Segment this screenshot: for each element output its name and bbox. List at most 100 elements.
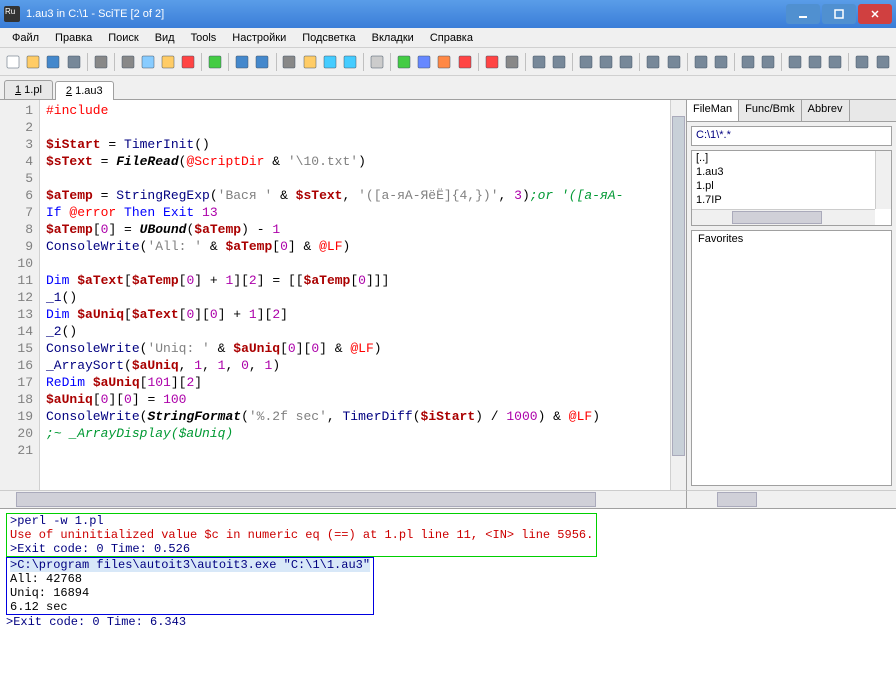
window-title: 1.au3 in C:\1 - SciTE [2 of 2]	[26, 8, 786, 20]
file-list[interactable]: [..] 1.au3 1.pl 1.7IP	[691, 150, 892, 226]
tool2-icon[interactable]	[712, 52, 730, 72]
toolbar-separator	[363, 53, 364, 71]
tab-funcbmk[interactable]: Func/Bmk	[739, 100, 802, 121]
maximize-button[interactable]	[822, 4, 856, 24]
replace-icon[interactable]	[301, 52, 319, 72]
menu-tools[interactable]: Tools	[185, 30, 223, 46]
redo-icon[interactable]	[253, 52, 271, 72]
menubar: ФайлПравкаПоиск ВидToolsНастройкиПодсветк…	[0, 28, 896, 48]
menu-вкладки[interactable]: Вкладки	[366, 30, 420, 46]
favorites-panel[interactable]: Favorites	[691, 230, 892, 486]
open-icon[interactable]	[24, 52, 42, 72]
editor-horizontal-scrollbar[interactable]	[0, 490, 686, 508]
main-area: 123456789101112131415161718192021 #inclu…	[0, 100, 896, 490]
tab-abbrev[interactable]: Abbrev	[802, 100, 850, 121]
menu-поиск[interactable]: Поиск	[102, 30, 144, 46]
print-icon[interactable]	[92, 52, 110, 72]
scrollbar-thumb[interactable]	[732, 211, 822, 224]
output-error-cont: in numeric eq (==) at 1.pl line 11, <IN>…	[219, 528, 593, 542]
file-item[interactable]: 1.au3	[692, 165, 891, 179]
side-tabs: FileMan Func/Bmk Abbrev	[687, 100, 896, 122]
box2-icon[interactable]	[597, 52, 615, 72]
zoom-in-icon[interactable]	[550, 52, 568, 72]
code-editor[interactable]: 123456789101112131415161718192021 #inclu…	[0, 100, 686, 490]
code-content[interactable]: #include $iStart = TimerInit() $sText = …	[40, 100, 670, 490]
toolbar-separator	[228, 53, 229, 71]
win1-icon[interactable]	[739, 52, 757, 72]
file-parent[interactable]: [..]	[692, 151, 891, 165]
zoom-out-icon[interactable]	[530, 52, 548, 72]
undo-icon[interactable]	[233, 52, 251, 72]
file-item[interactable]: 1.pl	[692, 179, 891, 193]
toolbar-separator	[734, 53, 735, 71]
window-controls	[786, 4, 892, 24]
editor-vertical-scrollbar[interactable]	[670, 100, 686, 490]
side-horizontal-scrollbar[interactable]	[686, 490, 896, 508]
path-input[interactable]: C:\1\*.*	[691, 126, 892, 146]
toolbar	[0, 48, 896, 76]
outdent-icon[interactable]	[644, 52, 662, 72]
menu-файл[interactable]: Файл	[6, 30, 45, 46]
filelist-vscroll[interactable]	[875, 151, 891, 209]
delete-icon[interactable]	[179, 52, 197, 72]
run-icon[interactable]	[395, 52, 413, 72]
build-icon[interactable]	[435, 52, 453, 72]
box3-icon[interactable]	[617, 52, 635, 72]
find-icon[interactable]	[280, 52, 298, 72]
toolbar-separator	[848, 53, 849, 71]
line-gutter: 123456789101112131415161718192021	[0, 100, 40, 490]
output-error: Use of uninitialized value $c	[10, 528, 219, 542]
goto-icon[interactable]	[321, 52, 339, 72]
horizontal-scroll-row	[0, 490, 896, 508]
menu-вид[interactable]: Вид	[149, 30, 181, 46]
compile-icon[interactable]	[415, 52, 433, 72]
output-line: 6.12 sec	[10, 600, 68, 614]
toolbar-separator	[87, 53, 88, 71]
toolbar-separator	[276, 53, 277, 71]
output-panel[interactable]: >perl -w 1.plUse of uninitialized value …	[0, 508, 896, 685]
file-item[interactable]: 1.7IP	[692, 193, 891, 207]
minimize-button[interactable]	[786, 4, 820, 24]
menu-настройки[interactable]: Настройки	[226, 30, 292, 46]
indent-icon[interactable]	[665, 52, 683, 72]
file-tab[interactable]: 1 1.pl	[4, 80, 53, 99]
bookmark-icon[interactable]	[341, 52, 359, 72]
win2-icon[interactable]	[759, 52, 777, 72]
settings-icon[interactable]	[826, 52, 844, 72]
t1-icon[interactable]	[853, 52, 871, 72]
t2-icon[interactable]	[874, 52, 892, 72]
stop-icon[interactable]	[455, 52, 473, 72]
close-button[interactable]	[858, 4, 892, 24]
record-icon[interactable]	[483, 52, 501, 72]
filelist-hscroll[interactable]	[692, 209, 875, 225]
toolbar-separator	[114, 53, 115, 71]
menu-справка[interactable]: Справка	[424, 30, 479, 46]
help1-icon[interactable]	[786, 52, 804, 72]
box1-icon[interactable]	[577, 52, 595, 72]
tab-fileman[interactable]: FileMan	[687, 100, 739, 121]
save-all-icon[interactable]	[64, 52, 82, 72]
toolbar-separator	[390, 53, 391, 71]
menu-подсветка[interactable]: Подсветка	[296, 30, 361, 46]
copy-icon[interactable]	[139, 52, 157, 72]
favorites-label: Favorites	[698, 233, 743, 245]
toolbar-separator	[478, 53, 479, 71]
output-line: Uniq: 16894	[10, 586, 89, 600]
cut-icon[interactable]	[119, 52, 137, 72]
scrollbar-thumb[interactable]	[672, 116, 685, 456]
help2-icon[interactable]	[806, 52, 824, 72]
tool1-icon[interactable]	[692, 52, 710, 72]
toolbar-separator	[572, 53, 573, 71]
new-icon[interactable]	[4, 52, 22, 72]
file-tab[interactable]: 2 1.au3	[55, 81, 114, 100]
menu-правка[interactable]: Правка	[49, 30, 98, 46]
scrollbar-thumb[interactable]	[717, 492, 757, 507]
save-icon[interactable]	[44, 52, 62, 72]
highlight-icon[interactable]	[206, 52, 224, 72]
options-icon[interactable]	[503, 52, 521, 72]
paste-icon[interactable]	[159, 52, 177, 72]
toggle-icon[interactable]	[368, 52, 386, 72]
app-icon	[4, 6, 20, 22]
scrollbar-thumb[interactable]	[16, 492, 596, 507]
output-autoit-block: >C:\program files\autoit3\autoit3.exe "C…	[6, 557, 374, 615]
